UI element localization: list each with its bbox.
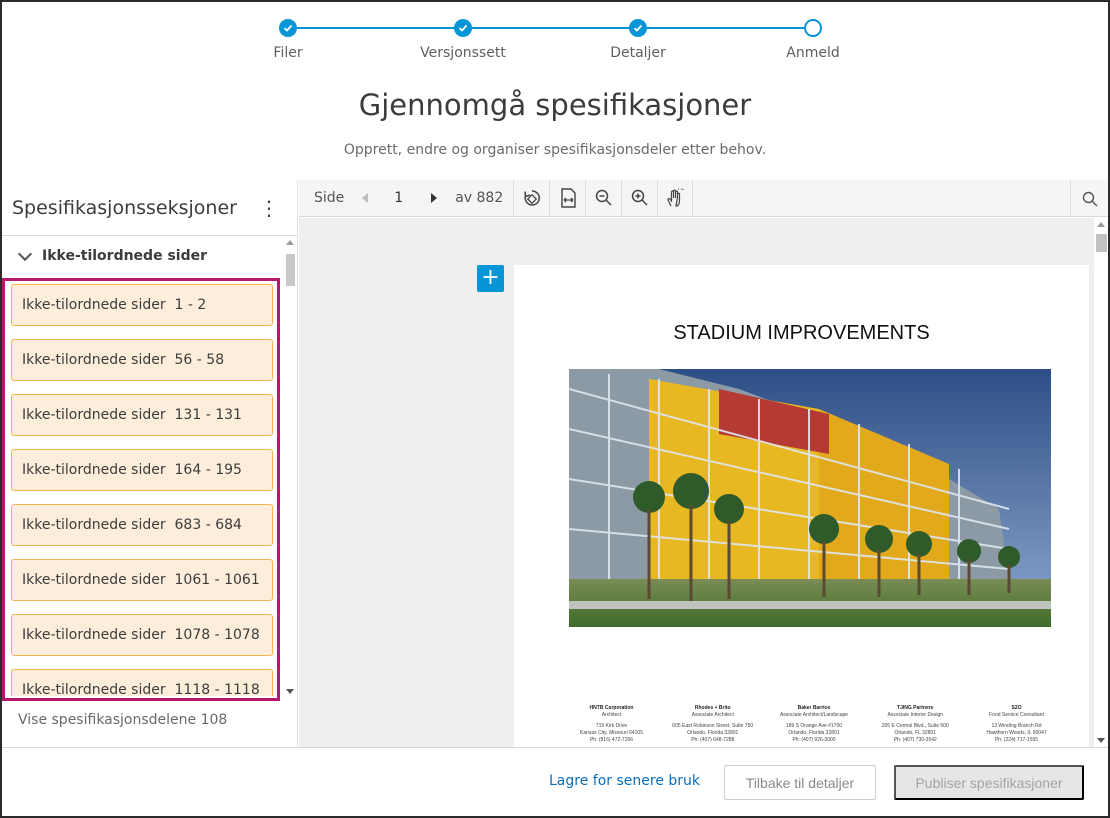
sections-list: Ikke-tilordnede sider 1 - 2 Ikke-tilordn… <box>2 276 282 696</box>
step-files[interactable]: Filer <box>228 18 348 61</box>
page-number-input[interactable]: 1 <box>394 190 403 206</box>
document-heading: STADIUM IMPROVEMENTS <box>673 322 930 344</box>
check-icon <box>629 19 647 37</box>
stepper-line <box>288 27 813 29</box>
scroll-down-icon[interactable] <box>286 689 294 694</box>
zoom-in-icon <box>631 189 648 206</box>
step-label: Detaljer <box>610 45 666 61</box>
page-total: av 882 <box>455 190 504 206</box>
sections-panel-header: Spesifikasjonsseksjoner ⋮ <box>2 180 297 236</box>
zoom-in-button[interactable] <box>621 179 657 217</box>
page-title: Gjennomgå spesifikasjoner <box>358 88 752 122</box>
list-item[interactable]: Ikke-tilordnede sider 1078 - 1078 <box>11 614 273 656</box>
add-section-button[interactable]: + <box>477 265 504 292</box>
step-label: Versjonssett <box>420 45 506 61</box>
group-toggle[interactable]: Ikke-tilordnede sider <box>2 236 297 276</box>
list-item[interactable]: Ikke-tilordnede sider 683 - 684 <box>11 504 273 546</box>
check-icon <box>454 19 472 37</box>
sections-panel-title: Spesifikasjonsseksjoner <box>12 196 237 219</box>
viewer-scrollbar[interactable] <box>1094 218 1108 747</box>
pan-button[interactable] <box>657 179 694 217</box>
scroll-up-icon[interactable] <box>286 240 294 245</box>
sections-count: Vise spesifikasjonsdelene 108 <box>18 712 228 728</box>
viewer-toolbar: Side 1 av 882 <box>299 179 1108 217</box>
step-label: Anmeld <box>786 45 840 61</box>
firm-credit: Baker Barrios Associate Architect/Landsca… <box>779 705 849 743</box>
rotate-button[interactable] <box>513 179 549 217</box>
progress-stepper: Filer Versjonssett Detaljer Anmeld <box>0 18 1110 68</box>
list-item[interactable]: Ikke-tilordnede sider 131 - 131 <box>11 394 273 436</box>
document-canvas[interactable]: + STADIUM IMPROVEMENTS HNTB Corporation … <box>299 218 1108 747</box>
save-for-later-link[interactable]: Lagre for senere bruk <box>549 773 700 789</box>
zoom-out-button[interactable] <box>585 179 621 217</box>
list-item[interactable]: Ikke-tilordnede sider 1061 - 1061 <box>11 559 273 601</box>
publish-button[interactable]: Publiser spesifikasjoner <box>894 765 1084 800</box>
footer-bar: Lagre for senere bruk Tilbake til detalj… <box>2 747 1108 816</box>
stadium-photo <box>569 369 1051 627</box>
fit-width-button[interactable] <box>549 179 585 217</box>
list-item[interactable]: Ikke-tilordnede sider 56 - 58 <box>11 339 273 381</box>
firm-credit: TJING Partners Associate Interior Design 2… <box>881 705 949 743</box>
group-label: Ikke-tilordnede sider <box>42 248 207 264</box>
back-to-details-button[interactable]: Tilbake til detaljer <box>724 765 876 800</box>
step-review[interactable]: Anmeld <box>753 18 873 61</box>
chevron-down-icon <box>17 246 33 262</box>
scroll-thumb[interactable] <box>1096 234 1107 252</box>
firm-credit: HNTB Corporation Architect 715 Kirk Drive K… <box>580 705 643 743</box>
step-label: Filer <box>273 45 303 61</box>
check-icon <box>279 19 297 37</box>
scroll-down-icon[interactable] <box>1097 738 1105 743</box>
firm-credit: Rhodes + Brito Associate Architect 605 Eas… <box>672 705 754 743</box>
sections-scrollbar[interactable] <box>284 236 296 696</box>
search-button[interactable] <box>1070 180 1108 217</box>
hand-icon <box>667 188 684 207</box>
scroll-thumb[interactable] <box>286 254 295 286</box>
page-subtitle: Opprett, endre og organiser spesifikasjo… <box>343 142 767 158</box>
page-label: Side <box>314 190 345 206</box>
sections-panel: Spesifikasjonsseksjoner ⋮ Ikke-tilordned… <box>2 180 298 747</box>
more-options-icon[interactable]: ⋮ <box>259 198 279 218</box>
firm-credit: S2O Food Service Consultant 13 Winding Bra… <box>986 705 1047 743</box>
chevron-right-icon <box>431 193 438 203</box>
chevron-left-icon <box>362 193 369 203</box>
step-details[interactable]: Detaljer <box>578 18 698 61</box>
zoom-out-icon <box>595 189 612 206</box>
firm-credits: HNTB Corporation Architect 715 Kirk Drive K… <box>564 705 1064 744</box>
list-item[interactable]: Ikke-tilordnede sider 1118 - 1118 <box>11 669 273 696</box>
current-step-icon <box>804 19 822 37</box>
fit-width-icon <box>561 188 576 208</box>
search-icon <box>1082 191 1097 206</box>
step-version-sets[interactable]: Versjonssett <box>403 18 523 61</box>
document-page: STADIUM IMPROVEMENTS HNTB Corporation Ar… <box>514 265 1089 747</box>
list-item[interactable]: Ikke-tilordnede sider 1 - 2 <box>11 284 273 326</box>
scroll-up-icon[interactable] <box>1097 222 1105 227</box>
rotate-icon <box>524 190 540 206</box>
list-item[interactable]: Ikke-tilordnede sider 164 - 195 <box>11 449 273 491</box>
next-page-button[interactable] <box>431 193 438 203</box>
document-viewer: Side 1 av 882 + STADIUM IMPROVEMENTS HNT… <box>299 179 1108 747</box>
previous-page-button[interactable] <box>362 193 369 203</box>
